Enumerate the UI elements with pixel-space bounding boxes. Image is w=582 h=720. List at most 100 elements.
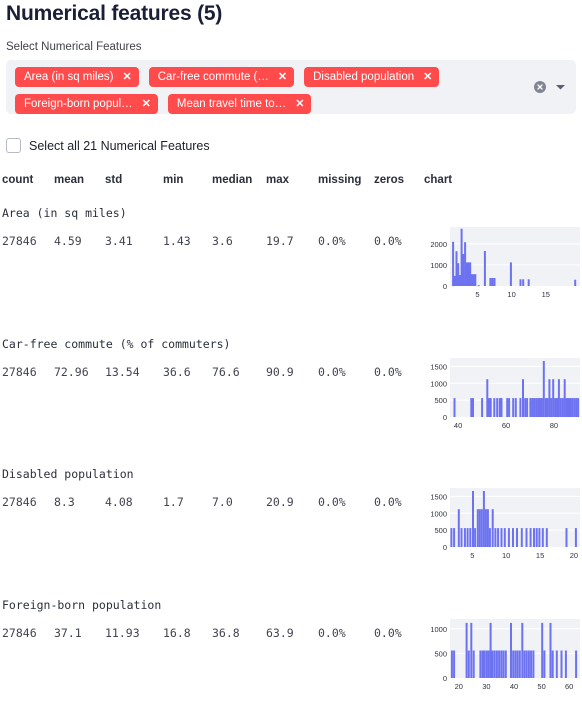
feature-pill-remove-icon[interactable]: ✕ (295, 98, 304, 110)
cell-missing: 0.0% (318, 626, 346, 640)
column-header-std: std (105, 174, 123, 186)
svg-text:1000: 1000 (430, 379, 447, 388)
svg-text:1000: 1000 (430, 625, 447, 634)
cell-count: 27846 (2, 626, 37, 640)
cell-median: 36.8 (212, 626, 240, 640)
cell-zeros: 0.0% (374, 365, 402, 379)
select-features-label: Select Numerical Features (6, 41, 142, 53)
cell-zeros: 0.0% (374, 495, 402, 509)
cell-missing: 0.0% (318, 495, 346, 509)
cell-std: 4.08 (105, 495, 133, 509)
svg-text:10: 10 (507, 290, 515, 299)
svg-text:500: 500 (434, 526, 447, 535)
column-header-median: median (212, 174, 253, 186)
svg-text:30: 30 (482, 682, 490, 691)
feature-pill-label: Mean travel time to… (176, 98, 287, 110)
feature-pill-label: Car-free commute (… (157, 71, 269, 83)
svg-text:500: 500 (434, 649, 447, 658)
feature-pill-remove-icon[interactable]: ✕ (278, 71, 287, 83)
cell-count: 27846 (2, 365, 37, 379)
column-header-missing: missing (318, 174, 362, 186)
svg-text:0: 0 (443, 543, 447, 552)
clear-all-icon[interactable] (534, 81, 546, 93)
select-all-label: Select all 21 Numerical Features (29, 138, 210, 153)
svg-text:1500: 1500 (430, 492, 447, 501)
column-header-max: max (266, 174, 290, 186)
svg-text:20: 20 (455, 682, 463, 691)
feature-pill-remove-icon[interactable]: ✕ (122, 71, 131, 83)
svg-text:40: 40 (510, 682, 518, 691)
column-header-mean: mean (54, 174, 85, 186)
table-header: count mean std min median max missing zeros char… (0, 174, 582, 192)
feature-pill-remove-icon[interactable]: ✕ (142, 98, 151, 110)
cell-mean: 37.1 (54, 626, 82, 640)
numerical-features-panel: Numerical features (5) Select Numerical … (0, 0, 582, 720)
cell-zeros: 0.0% (374, 234, 402, 248)
page-title: Numerical features (5) (6, 2, 223, 25)
svg-text:2000: 2000 (430, 240, 447, 249)
svg-text:15: 15 (536, 551, 544, 560)
cell-mean: 72.96 (54, 365, 89, 379)
svg-text:60: 60 (502, 421, 510, 430)
cell-std: 11.93 (105, 626, 140, 640)
feature-histogram-chart: 0 500 1000 1500 5 10 15 20 (415, 484, 582, 562)
cell-mean: 8.3 (54, 495, 75, 509)
cell-count: 27846 (2, 495, 37, 509)
cell-missing: 0.0% (318, 365, 346, 379)
cell-median: 76.6 (212, 365, 240, 379)
cell-min: 16.8 (163, 626, 191, 640)
svg-text:0: 0 (443, 413, 447, 422)
svg-text:15: 15 (542, 290, 550, 299)
feature-histogram-chart: 0 1000 2000 5 10 15 (415, 223, 582, 301)
cell-max: 90.9 (266, 365, 294, 379)
svg-text:80: 80 (550, 421, 558, 430)
feature-histogram-chart: 0 500 1000 20 30 40 50 60 (415, 615, 582, 693)
svg-text:1500: 1500 (430, 362, 447, 371)
feature-name: Area (in sq miles) (2, 206, 127, 220)
select-all-checkbox[interactable] (6, 138, 21, 153)
svg-text:500: 500 (434, 396, 447, 405)
multiselect-icons (534, 78, 566, 96)
select-all-row[interactable]: Select all 21 Numerical Features (6, 138, 210, 153)
svg-text:50: 50 (537, 682, 545, 691)
feature-pill[interactable]: Area (in sq miles) ✕ (15, 67, 139, 87)
cell-zeros: 0.0% (374, 626, 402, 640)
feature-name: Car-free commute (% of commuters) (2, 337, 231, 351)
selected-feature-pills: Area (in sq miles) ✕ Car-free commute (… ✕ D… (15, 67, 535, 114)
svg-text:60: 60 (565, 682, 573, 691)
cell-std: 3.41 (105, 234, 133, 248)
feature-pill-label: Foreign-born popul… (24, 98, 133, 110)
cell-mean: 4.59 (54, 234, 82, 248)
feature-pill[interactable]: Car-free commute (… ✕ (148, 67, 295, 87)
cell-max: 20.9 (266, 495, 294, 509)
svg-text:10: 10 (502, 551, 510, 560)
column-header-zeros: zeros (374, 174, 405, 186)
svg-text:1000: 1000 (430, 261, 447, 270)
column-header-count: count (2, 174, 34, 186)
svg-text:0: 0 (443, 674, 447, 683)
svg-text:5: 5 (470, 551, 474, 560)
cell-min: 1.43 (163, 234, 191, 248)
feature-pill-label: Area (in sq miles) (24, 71, 114, 83)
cell-missing: 0.0% (318, 234, 346, 248)
feature-name: Foreign-born population (2, 598, 162, 612)
cell-median: 7.0 (212, 495, 233, 509)
svg-text:20: 20 (570, 551, 578, 560)
svg-text:5: 5 (475, 290, 479, 299)
feature-name: Disabled population (2, 467, 134, 481)
cell-std: 13.54 (105, 365, 140, 379)
cell-max: 63.9 (266, 626, 294, 640)
chevron-down-icon[interactable] (555, 78, 566, 96)
svg-text:40: 40 (454, 421, 462, 430)
numerical-features-multiselect[interactable]: Area (in sq miles) ✕ Car-free commute (… ✕ D… (6, 60, 576, 114)
feature-pill[interactable]: Foreign-born popul… ✕ (15, 94, 158, 114)
svg-text:0: 0 (443, 282, 447, 291)
cell-min: 1.7 (163, 495, 184, 509)
feature-pill[interactable]: Mean travel time to… ✕ (167, 94, 312, 114)
column-header-min: min (163, 174, 184, 186)
feature-pill-remove-icon[interactable]: ✕ (423, 71, 432, 83)
feature-pill[interactable]: Disabled population ✕ (304, 67, 440, 87)
svg-text:1000: 1000 (430, 509, 447, 518)
cell-min: 36.6 (163, 365, 191, 379)
cell-count: 27846 (2, 234, 37, 248)
